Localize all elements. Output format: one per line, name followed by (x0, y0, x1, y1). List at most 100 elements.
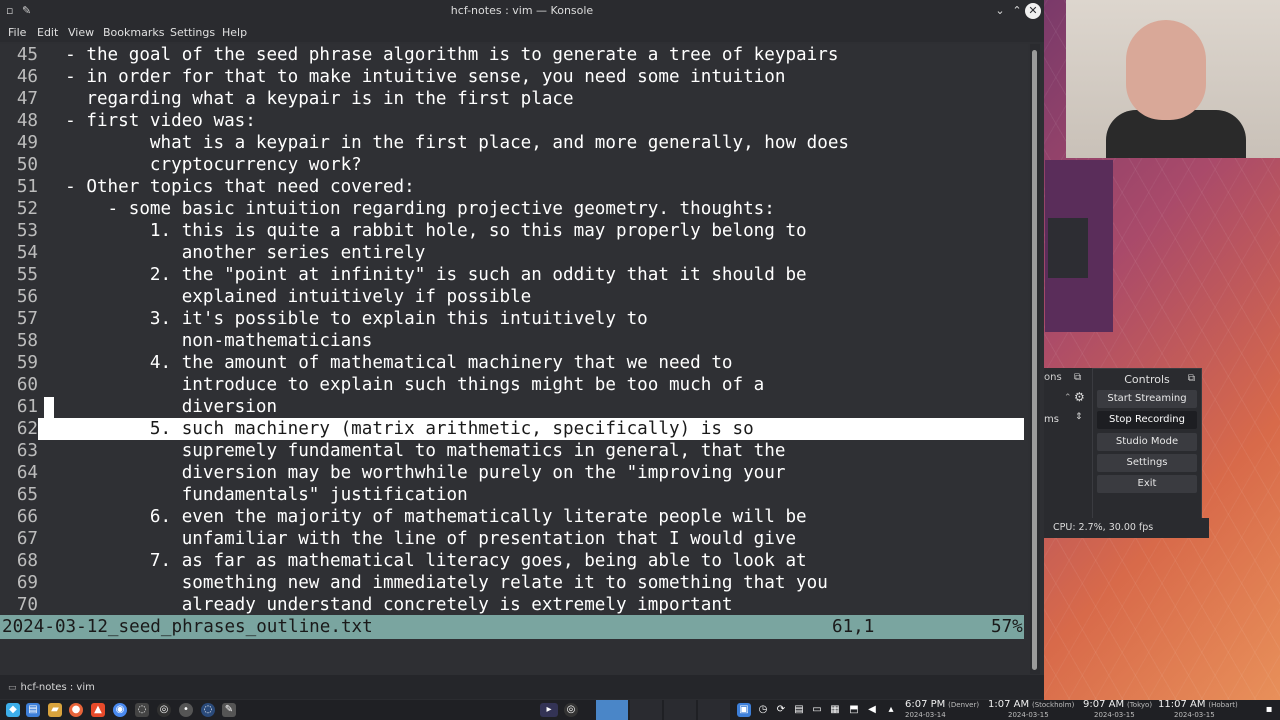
clock-time: 1:07 AM (988, 699, 1030, 710)
tray-network-icon[interactable]: ▦ (828, 703, 842, 717)
dock-float-icon[interactable]: ⧉ (1188, 373, 1195, 384)
line-number: 46 (16, 67, 38, 87)
dock-float-icon[interactable]: ⧉ (1074, 372, 1081, 383)
minimize-button[interactable]: ⌄ (992, 3, 1008, 19)
clock-tokyo[interactable]: 9:07 AM (Tokyo) 2024-03-15 (1083, 700, 1152, 720)
pager-desktop-icon[interactable] (698, 700, 730, 720)
line-number: 67 (16, 529, 38, 549)
editor-line[interactable]: 60 introduce to explain such things migh… (0, 374, 1024, 396)
obs-preview-mini (1048, 218, 1088, 278)
editor-line[interactable]: 68 7. as far as mathematical literacy go… (0, 550, 1024, 572)
editor-line[interactable]: 55 2. the "point at infinity" is such an… (0, 264, 1024, 286)
pager-desktop-icon[interactable] (630, 700, 662, 720)
clock-time: 11:07 AM (1158, 699, 1206, 710)
volume-icon[interactable]: ◀ (865, 703, 879, 717)
tab-bar: ▭ hcf-notes : vim (0, 675, 1044, 699)
menu-file[interactable]: File (8, 26, 26, 39)
line-number: 66 (16, 507, 38, 527)
editor-line[interactable]: 65 fundamentals" justification (0, 484, 1024, 506)
editor-line[interactable]: 69 something new and immediately relate … (0, 572, 1024, 594)
studio-mode-button[interactable]: Studio Mode (1097, 433, 1197, 451)
editor-line[interactable]: 49 what is a keypair in the first place,… (0, 132, 1024, 154)
menu-settings[interactable]: Settings (170, 26, 215, 39)
obs-left-dock-text: ms (1044, 414, 1059, 425)
chrome-icon[interactable]: ◉ (113, 703, 127, 717)
editor-line[interactable]: 66 6. even the majority of mathematicall… (0, 506, 1024, 528)
line-number: 63 (16, 441, 38, 461)
obs-cpu-status: CPU: 2.7%, 30.00 fps (1044, 518, 1209, 538)
dot-icon[interactable]: • (179, 703, 193, 717)
pager-desktop-icon[interactable] (664, 700, 696, 720)
obs-running-icon[interactable]: ◎ (157, 703, 171, 717)
editor-line[interactable]: 46 - in order for that to make intuitive… (0, 66, 1024, 88)
chevron-updown-icon[interactable]: ⌃ (1064, 393, 1072, 403)
line-number: 47 (16, 89, 38, 109)
editor-icon[interactable]: ✎ (222, 703, 236, 717)
exit-button[interactable]: Exit (1097, 475, 1197, 493)
tray-updates-icon[interactable]: ⬒ (847, 703, 861, 717)
pager-active-icon[interactable] (596, 700, 628, 720)
tray-clock-icon[interactable]: ◷ (756, 703, 770, 717)
webcam-person-head (1126, 20, 1206, 120)
editor-line[interactable]: 53 1. this is quite a rabbit hole, so th… (0, 220, 1024, 242)
tray-notes-icon[interactable]: ▣ (737, 703, 751, 717)
clock-stockholm[interactable]: 1:07 AM (Stockholm) 2024-03-15 (988, 700, 1074, 720)
terminal-view[interactable]: 45 - the goal of the seed phrase algorit… (0, 44, 1028, 640)
editor-line[interactable]: 58 non-mathematicians (0, 330, 1024, 352)
editor-line[interactable]: 50 cryptocurrency work? (0, 154, 1024, 176)
stop-recording-button[interactable]: Stop Recording (1097, 411, 1197, 429)
maximize-button[interactable]: ⌃ (1009, 3, 1025, 19)
firefox-icon[interactable]: ● (69, 703, 83, 717)
spin-arrows-icon[interactable]: ⇕ (1075, 412, 1083, 422)
clock-denver[interactable]: 6:07 PM (Denver) 2024-03-14 (905, 700, 979, 720)
editor-line[interactable]: 47 regarding what a keypair is in the fi… (0, 88, 1024, 110)
line-number: 54 (16, 243, 38, 263)
editor-line[interactable]: 67 unfamiliar with the line of presentat… (0, 528, 1024, 550)
settings-button[interactable]: Settings (1097, 454, 1197, 472)
menu-view[interactable]: View (68, 26, 94, 39)
editor-line[interactable]: 59 4. the amount of mathematical machine… (0, 352, 1024, 374)
editor-line[interactable]: 56 explained intuitively if possible (0, 286, 1024, 308)
editor-line[interactable]: 45 - the goal of the seed phrase algorit… (0, 44, 1024, 66)
tray-expand-icon[interactable]: ▴ (884, 703, 898, 717)
line-text: already understand concretely is extreme… (44, 595, 733, 615)
editor-line[interactable]: 48 - first video was: (0, 110, 1024, 132)
spinner-icon[interactable]: ◌ (201, 703, 215, 717)
obs-icon[interactable]: ◌ (135, 703, 149, 717)
menu-help[interactable]: Help (222, 26, 247, 39)
obs-task-icon[interactable]: ◎ (564, 703, 578, 717)
editor-line[interactable]: 63 supremely fundamental to mathematics … (0, 440, 1024, 462)
scrollbar[interactable] (1030, 44, 1040, 674)
app-launcher-icon[interactable]: ◆ (6, 703, 20, 717)
folder-icon[interactable]: ▰ (48, 703, 62, 717)
konsole-task-icon[interactable]: ▸ (540, 703, 558, 717)
clock-hobart[interactable]: 11:07 AM (Hobart) 2024-03-15 (1158, 700, 1238, 720)
menu-bookmarks[interactable]: Bookmarks (103, 26, 164, 39)
editor-line[interactable]: 64 diversion may be worthwhile purely on… (0, 462, 1024, 484)
tray-sync-icon[interactable]: ⟳ (774, 703, 788, 717)
line-number: 51 (16, 177, 38, 197)
gear-icon[interactable]: ⚙ (1074, 390, 1085, 404)
show-desktop-icon[interactable]: ▪ (1262, 703, 1276, 717)
tab-hcf-notes[interactable]: ▭ hcf-notes : vim (0, 678, 108, 698)
line-number: 58 (16, 331, 38, 351)
editor-line[interactable]: 51 - Other topics that need covered: (0, 176, 1024, 198)
tray-display-icon[interactable]: ▭ (810, 703, 824, 717)
editor-line[interactable]: 61 diversion (0, 396, 1024, 418)
clock-zone: (Hobart) (1208, 701, 1238, 709)
editor-line[interactable]: 70 already understand concretely is extr… (0, 594, 1024, 616)
editor-line[interactable]: 54 another series entirely (0, 242, 1024, 264)
line-number: 62 (0, 418, 38, 440)
files-icon[interactable]: ▤ (26, 703, 40, 717)
editor-line[interactable]: 52 - some basic intuition regarding proj… (0, 198, 1024, 220)
line-number: 64 (16, 463, 38, 483)
brave-icon[interactable]: ▲ (91, 703, 105, 717)
line-text: unfamiliar with the line of presentation… (44, 529, 797, 549)
scrollbar-thumb[interactable] (1032, 50, 1037, 670)
start-streaming-button[interactable]: Start Streaming (1097, 390, 1197, 408)
editor-line[interactable]: 57 3. it's possible to explain this intu… (0, 308, 1024, 330)
close-button[interactable]: ✕ (1025, 3, 1041, 19)
menu-edit[interactable]: Edit (37, 26, 58, 39)
editor-line-highlighted[interactable]: 62 5. such machinery (matrix arithmetic,… (0, 418, 1024, 440)
tray-clipboard-icon[interactable]: ▤ (792, 703, 806, 717)
